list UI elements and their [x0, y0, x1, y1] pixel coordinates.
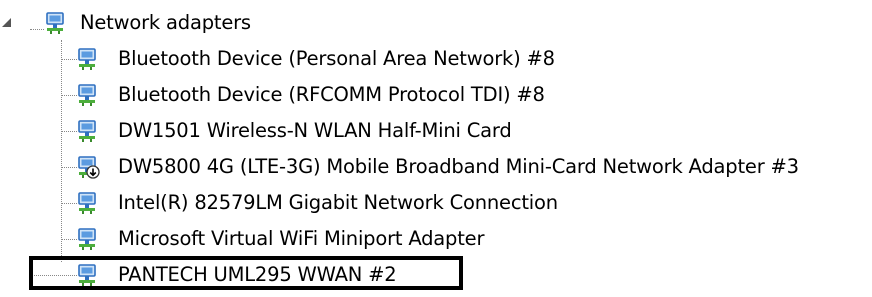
device-tree[interactable]: Network adapters Bluetooth Device (Perso…: [0, 0, 872, 297]
network-adapter-icon: [44, 11, 68, 35]
device-label: DW1501 Wireless-N WLAN Half-Mini Card: [118, 119, 512, 142]
network-adapter-icon: [76, 83, 100, 107]
network-adapter-icon: [76, 47, 100, 71]
tree-node-device[interactable]: DW5800 4G (LTE-3G) Mobile Broadband Mini…: [0, 150, 872, 184]
network-adapter-icon: [76, 227, 100, 251]
device-label: Bluetooth Device (RFCOMM Protocol TDI) #…: [118, 83, 545, 106]
tree-node-device[interactable]: Intel(R) 82579LM Gigabit Network Connect…: [0, 186, 700, 220]
tree-node-device[interactable]: Microsoft Virtual WiFi Miniport Adapter: [0, 222, 700, 256]
tree-connector: [30, 29, 44, 30]
disabled-network-adapter-icon: [76, 155, 100, 179]
tree-node-device[interactable]: DW1501 Wireless-N WLAN Half-Mini Card: [0, 114, 700, 148]
highlight-box: [29, 256, 463, 290]
tree-node-device[interactable]: Bluetooth Device (RFCOMM Protocol TDI) #…: [0, 78, 700, 112]
device-label: DW5800 4G (LTE-3G) Mobile Broadband Mini…: [118, 155, 799, 178]
tree-node-device[interactable]: Bluetooth Device (Personal Area Network)…: [0, 42, 700, 76]
network-adapter-icon: [76, 119, 100, 143]
device-label: Microsoft Virtual WiFi Miniport Adapter: [118, 227, 485, 250]
category-label: Network adapters: [80, 11, 251, 34]
device-label: Intel(R) 82579LM Gigabit Network Connect…: [118, 191, 558, 214]
network-adapter-icon: [76, 191, 100, 215]
device-label: Bluetooth Device (Personal Area Network)…: [118, 47, 555, 70]
tree-node-network-adapters[interactable]: Network adapters: [0, 6, 300, 40]
expanded-triangle-icon[interactable]: [2, 18, 11, 27]
